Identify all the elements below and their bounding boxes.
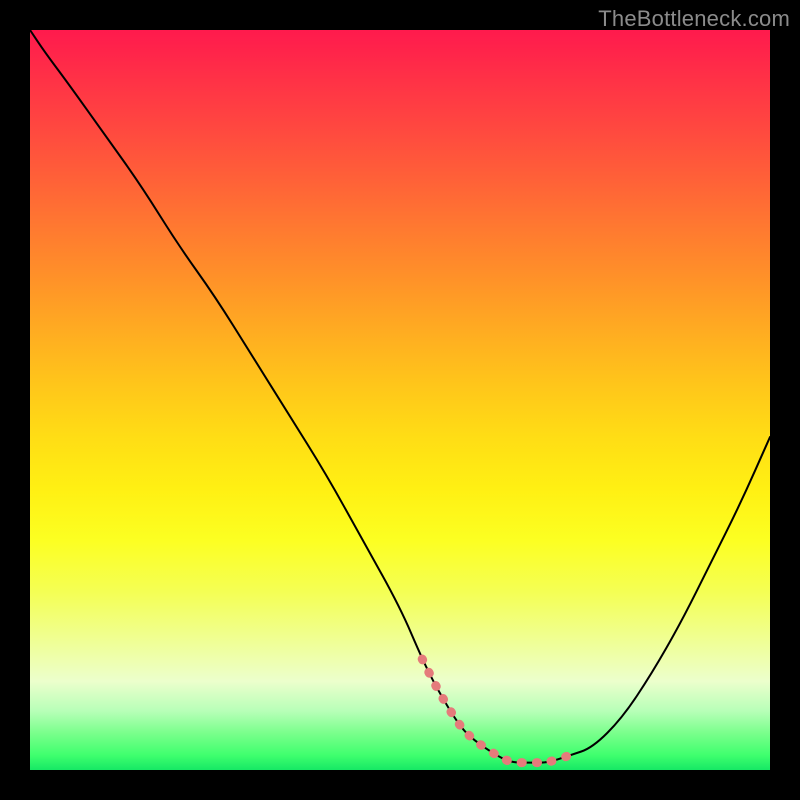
bottleneck-curve [30, 30, 770, 770]
chart-frame: TheBottleneck.com [0, 0, 800, 800]
plot-area [30, 30, 770, 770]
watermark-text: TheBottleneck.com [598, 6, 790, 32]
curve-path [30, 30, 770, 763]
curve-highlight [422, 659, 570, 763]
